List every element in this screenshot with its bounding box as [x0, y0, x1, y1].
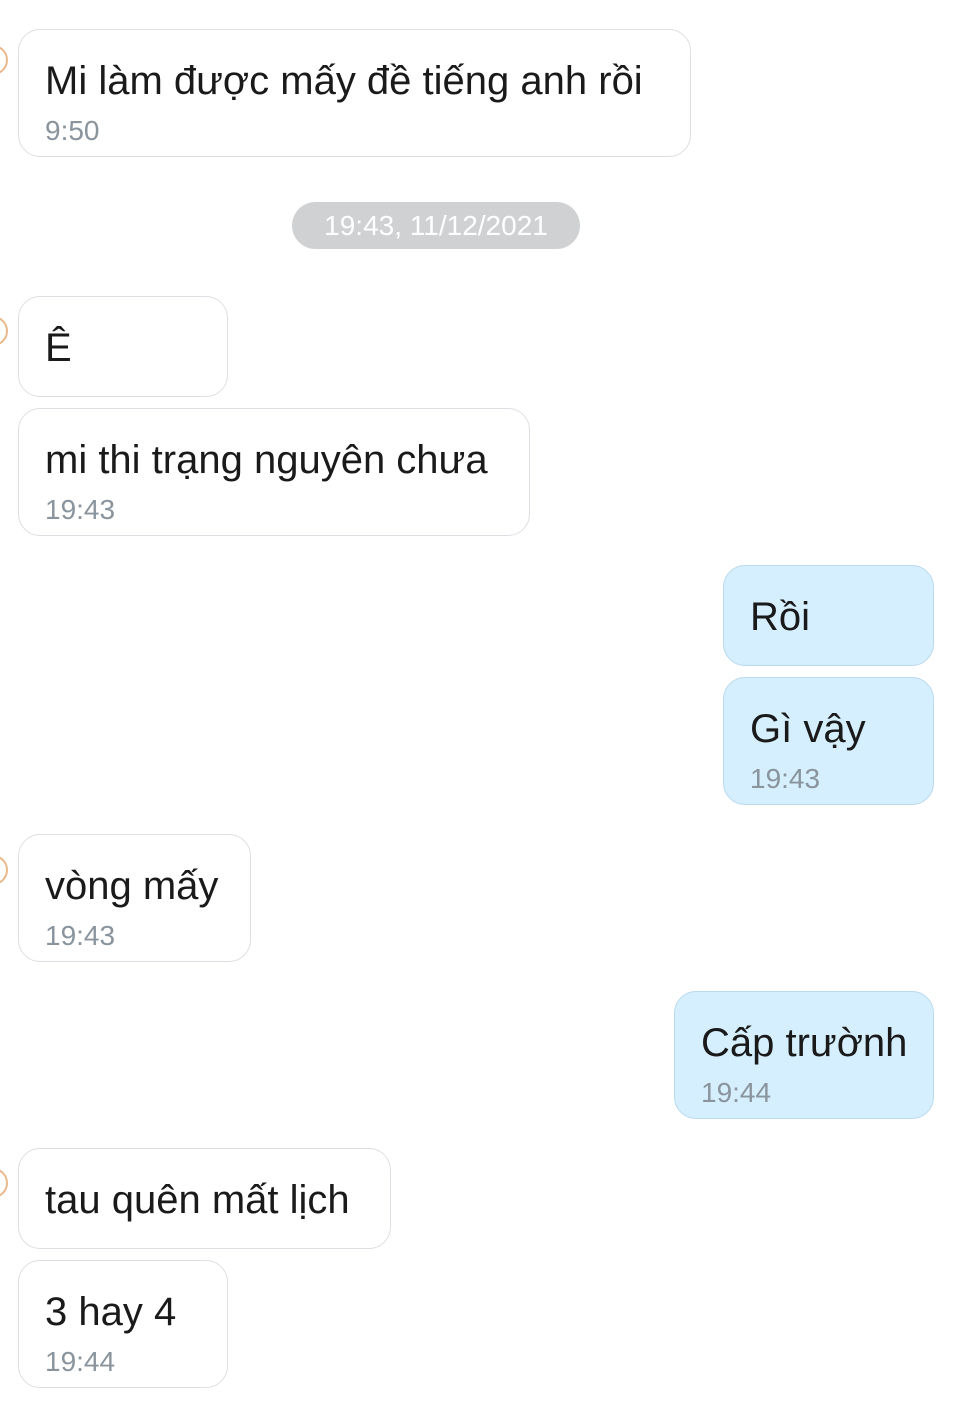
- outgoing-message-bubble[interactable]: Gì vậy 19:43: [723, 677, 934, 805]
- message-timestamp: 9:50: [45, 115, 100, 146]
- incoming-message-bubble[interactable]: tau quên mất lịch: [18, 1148, 391, 1249]
- message-text: vòng mấy: [45, 864, 219, 908]
- sender-avatar[interactable]: [0, 45, 8, 75]
- sender-avatar[interactable]: [0, 1168, 8, 1198]
- incoming-message-bubble[interactable]: Mi làm được mấy đề tiếng anh rồi 9:50: [18, 29, 691, 157]
- sender-avatar[interactable]: [0, 855, 8, 885]
- message-text: Ê: [45, 326, 72, 370]
- message-text: Rồi: [750, 595, 811, 639]
- message-text: Mi làm được mấy đề tiếng anh rồi: [45, 59, 643, 103]
- incoming-message-bubble[interactable]: vòng mấy 19:43: [18, 834, 251, 962]
- message-text: mi thi trạng nguyên chưa: [45, 438, 488, 482]
- incoming-message-bubble[interactable]: mi thi trạng nguyên chưa 19:43: [18, 408, 530, 536]
- message-text: tau quên mất lịch: [45, 1178, 350, 1222]
- message-text: Cấp trườnh: [701, 1021, 908, 1065]
- message-timestamp: 19:43: [45, 920, 116, 951]
- sender-avatar[interactable]: [0, 316, 8, 346]
- incoming-message-bubble[interactable]: Ê: [18, 296, 228, 397]
- message-timestamp: 19:44: [45, 1346, 116, 1377]
- message-text: Gì vậy: [750, 707, 866, 751]
- message-text: 3 hay 4: [45, 1290, 177, 1334]
- message-timestamp: 19:43: [750, 763, 821, 794]
- date-separator: 19:43, 11/12/2021: [292, 202, 580, 249]
- message-timestamp: 19:44: [701, 1077, 772, 1108]
- message-timestamp: 19:43: [45, 494, 116, 525]
- incoming-message-bubble[interactable]: 3 hay 4 19:44: [18, 1260, 228, 1388]
- outgoing-message-bubble[interactable]: Rồi: [723, 565, 934, 666]
- outgoing-message-bubble[interactable]: Cấp trườnh 19:44: [674, 991, 934, 1119]
